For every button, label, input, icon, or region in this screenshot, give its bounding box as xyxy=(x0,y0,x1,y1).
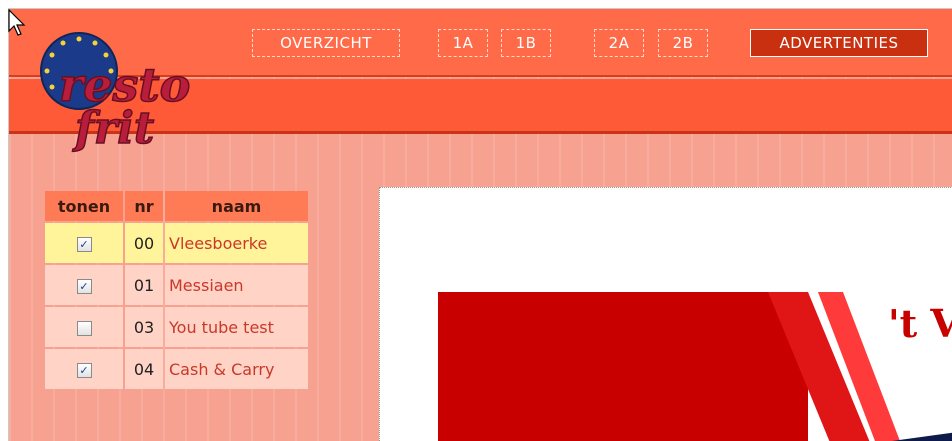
nav-1b-button[interactable]: 1B xyxy=(501,29,551,57)
column-header-tonen[interactable]: tonen xyxy=(45,191,123,221)
table-row[interactable]: ✓ 04 Cash & Carry xyxy=(45,349,308,389)
column-header-nr[interactable]: nr xyxy=(125,191,163,221)
naam-cell[interactable]: Messiaen xyxy=(165,265,308,305)
tonen-cell: ✓ xyxy=(45,349,123,389)
naam-cell[interactable]: You tube test xyxy=(165,307,308,347)
resto-frit-logo[interactable]: resto frit xyxy=(31,23,221,173)
show-checkbox[interactable]: ✓ xyxy=(76,236,92,252)
nav-overzicht-button[interactable]: OVERZICHT xyxy=(252,29,400,57)
nr-cell: 00 xyxy=(125,223,163,263)
advertisements-table: tonen nr naam ✓ 00 Vleesboerke ✓ 01 Mess… xyxy=(43,189,310,391)
table-row[interactable]: ✓ 01 Messiaen xyxy=(45,265,308,305)
tonen-cell xyxy=(45,307,123,347)
nav-advertenties-button[interactable]: ADVERTENTIES xyxy=(750,29,928,57)
nr-cell: 03 xyxy=(125,307,163,347)
naam-cell[interactable]: Vleesboerke xyxy=(165,223,308,263)
nr-cell: 04 xyxy=(125,349,163,389)
nav-1a-button[interactable]: 1A xyxy=(438,29,488,57)
tonen-cell: ✓ xyxy=(45,265,123,305)
page-frame: OVERZICHT 1A 1B 2A 2B ADVERTENTIES resto… xyxy=(8,8,952,441)
tonen-cell: ✓ xyxy=(45,223,123,263)
advertisement-preview: 't V xyxy=(379,187,952,441)
show-checkbox[interactable]: ✓ xyxy=(76,362,92,378)
table-row[interactable]: ✓ 00 Vleesboerke xyxy=(45,223,308,263)
naam-cell[interactable]: Cash & Carry xyxy=(165,349,308,389)
nav-2a-button[interactable]: 2A xyxy=(594,29,644,57)
show-checkbox[interactable]: ✓ xyxy=(76,278,92,294)
column-header-naam[interactable]: naam xyxy=(165,191,308,221)
nr-cell: 01 xyxy=(125,265,163,305)
ad-text-fragment: 't V xyxy=(888,301,952,346)
svg-text:frit: frit xyxy=(72,103,154,154)
nav-2b-button[interactable]: 2B xyxy=(658,29,708,57)
table-row[interactable]: 03 You tube test xyxy=(45,307,308,347)
table-header-row: tonen nr naam xyxy=(45,191,308,221)
mouse-pointer-icon xyxy=(8,9,26,36)
advertisement-banner[interactable]: 't V xyxy=(438,292,952,441)
show-checkbox[interactable] xyxy=(76,320,92,336)
